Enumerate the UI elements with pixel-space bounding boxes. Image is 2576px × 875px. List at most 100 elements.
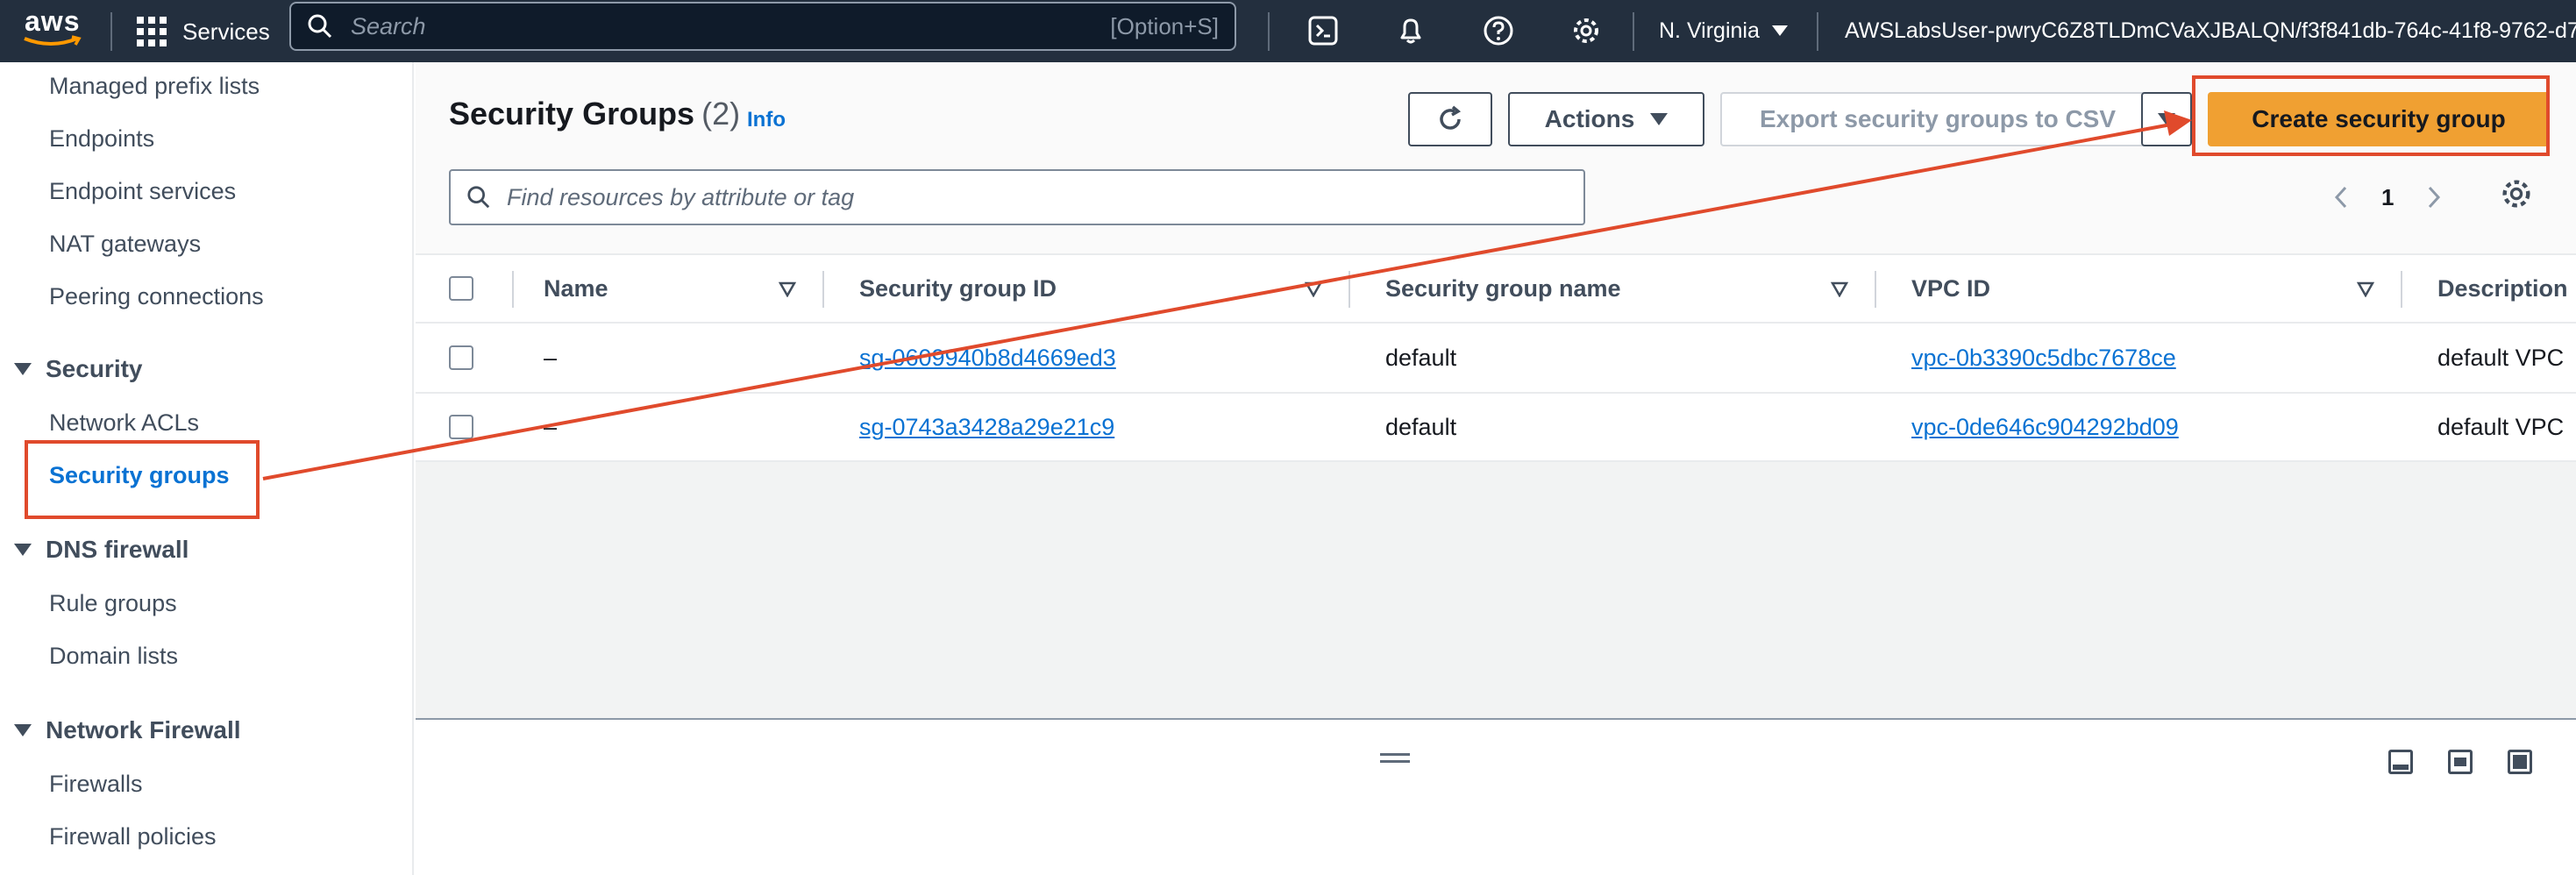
services-label: Services — [182, 18, 270, 45]
sidebar-navigation: Managed prefix lists Endpoints Endpoint … — [0, 62, 414, 875]
cell-security-group-name: default — [1385, 344, 1457, 371]
main-content: Security Groups (2) Info Actions Export s… — [416, 62, 2576, 875]
sort-icon[interactable] — [779, 281, 796, 297]
chevron-left-icon[interactable] — [2332, 184, 2350, 210]
table-row[interactable]: – sg-0609940b8d4669ed3 default vpc-0b339… — [416, 322, 2576, 392]
sidebar-section-network-firewall[interactable]: Network Firewall — [14, 716, 241, 744]
export-label: Export security groups to CSV — [1759, 105, 2117, 132]
column-header-vpc-id[interactable]: VPC ID — [1911, 255, 1990, 322]
table-header-row: Name Security group ID Security group na… — [416, 253, 2576, 322]
column-header-security-group-name[interactable]: Security group name — [1385, 255, 1621, 322]
notifications-icon[interactable] — [1391, 11, 1431, 51]
actions-label: Actions — [1544, 105, 1635, 132]
column-separator — [512, 271, 514, 308]
gear-icon[interactable] — [2499, 176, 2534, 211]
account-label: AWSLabsUser-pwryC6Z8TLDmCVaXJBALQN/f3f84… — [1845, 18, 2576, 43]
global-search-input[interactable]: Search [Option+S] — [289, 2, 1236, 51]
sidebar-item-rule-groups[interactable]: Rule groups — [49, 590, 177, 617]
caret-down-icon — [14, 544, 32, 556]
column-header-description[interactable]: Description — [2437, 255, 2568, 322]
search-icon — [308, 14, 332, 39]
panel-position-side-icon[interactable] — [2448, 750, 2473, 774]
create-label: Create security group — [2252, 105, 2506, 132]
cell-description: default VPC — [2437, 413, 2565, 440]
caret-down-icon — [14, 724, 32, 736]
cell-security-group-id-link[interactable]: sg-0743a3428a29e21c9 — [859, 394, 1114, 460]
chevron-right-icon[interactable] — [2425, 184, 2443, 210]
cell-name: – — [544, 344, 558, 371]
panel-position-fullscreen-icon[interactable] — [2508, 750, 2532, 774]
panel-position-bottom-icon[interactable] — [2388, 750, 2413, 774]
nav-separator — [1817, 12, 1818, 51]
cell-vpc-id-link[interactable]: vpc-0b3390c5dbc7678ce — [1911, 324, 2176, 392]
drag-handle-icon[interactable] — [1380, 753, 1410, 765]
column-separator — [2401, 271, 2402, 308]
table-header-panel: Security Groups (2) Info Actions Export s… — [416, 62, 2576, 253]
sidebar-item-managed-prefix-lists[interactable]: Managed prefix lists — [49, 73, 260, 100]
page-number[interactable]: 1 — [2381, 184, 2394, 211]
column-separator — [1348, 271, 1350, 308]
cell-description: default VPC — [2437, 344, 2565, 371]
nav-separator — [1633, 12, 1634, 51]
caret-down-icon — [2158, 113, 2175, 125]
column-header-name[interactable]: Name — [544, 255, 608, 322]
row-checkbox[interactable] — [449, 415, 473, 439]
sidebar-section-label: Security — [46, 355, 143, 382]
nav-separator — [110, 12, 112, 51]
page-title: Security Groups (2) — [449, 96, 740, 132]
info-link[interactable]: Info — [747, 108, 786, 132]
filter-search-field[interactable] — [449, 169, 1585, 225]
caret-down-icon — [1771, 25, 1788, 36]
sidebar-item-firewalls[interactable]: Firewalls — [49, 771, 143, 798]
aws-logo-text: aws — [25, 5, 81, 37]
sidebar-item-peering-connections[interactable]: Peering connections — [49, 283, 264, 310]
split-panel — [416, 718, 2576, 875]
caret-down-icon — [1650, 113, 1669, 125]
table-row[interactable]: – sg-0743a3428a29e21c9 default vpc-0de64… — [416, 392, 2576, 462]
sidebar-item-nat-gateways[interactable]: NAT gateways — [49, 231, 201, 258]
refresh-button[interactable] — [1408, 92, 1492, 146]
create-security-group-button[interactable]: Create security group — [2208, 92, 2550, 146]
item-count: (2) — [701, 96, 741, 132]
row-checkbox[interactable] — [449, 345, 473, 370]
cloudshell-icon[interactable] — [1303, 11, 1343, 51]
region-selector[interactable]: N. Virginia — [1659, 11, 1788, 51]
aws-logo[interactable]: aws — [21, 5, 86, 51]
cell-security-group-id-link[interactable]: sg-0609940b8d4669ed3 — [859, 324, 1116, 392]
caret-down-icon — [14, 363, 32, 375]
actions-dropdown-button[interactable]: Actions — [1508, 92, 1704, 146]
sidebar-item-network-acls[interactable]: Network ACLs — [49, 409, 199, 437]
sidebar-section-label: Network Firewall — [46, 716, 241, 743]
account-menu[interactable]: AWSLabsUser-pwryC6Z8TLDmCVaXJBALQN/f3f84… — [1845, 11, 2576, 51]
sidebar-item-domain-lists[interactable]: Domain lists — [49, 643, 178, 670]
sidebar-section-security[interactable]: Security — [14, 355, 143, 383]
cell-vpc-id-link[interactable]: vpc-0de646c904292bd09 — [1911, 394, 2179, 460]
sort-icon[interactable] — [1305, 281, 1322, 297]
sidebar-item-security-groups[interactable]: Security groups — [49, 462, 230, 489]
sidebar-item-endpoint-services[interactable]: Endpoint services — [49, 178, 236, 205]
pagination: 1 — [2332, 174, 2443, 220]
nav-separator — [1268, 12, 1270, 51]
export-csv-button[interactable]: Export security groups to CSV — [1720, 92, 2155, 146]
region-label: N. Virginia — [1659, 18, 1760, 43]
column-separator — [1875, 271, 1876, 308]
sidebar-item-firewall-policies[interactable]: Firewall policies — [49, 823, 217, 850]
sort-icon[interactable] — [2357, 281, 2374, 297]
sidebar-section-dns-firewall[interactable]: DNS firewall — [14, 536, 189, 564]
search-icon — [467, 186, 490, 209]
top-navigation: aws Services Search [Option+S] N. Virgin… — [0, 0, 2576, 62]
sort-icon[interactable] — [1831, 281, 1848, 297]
services-menu-button[interactable]: Services — [137, 11, 270, 53]
cell-name: – — [544, 413, 558, 440]
select-all-checkbox[interactable] — [449, 276, 473, 301]
export-dropdown-button[interactable] — [2141, 92, 2192, 146]
filter-input[interactable] — [507, 183, 1559, 211]
sidebar-item-endpoints[interactable]: Endpoints — [49, 125, 154, 153]
help-icon[interactable] — [1478, 11, 1519, 51]
services-grid-icon — [137, 17, 167, 46]
column-separator — [822, 271, 824, 308]
aws-smile-icon — [24, 35, 82, 46]
settings-icon[interactable] — [1566, 11, 1606, 51]
column-header-security-group-id[interactable]: Security group ID — [859, 255, 1057, 322]
search-shortcut: [Option+S] — [1110, 12, 1219, 39]
